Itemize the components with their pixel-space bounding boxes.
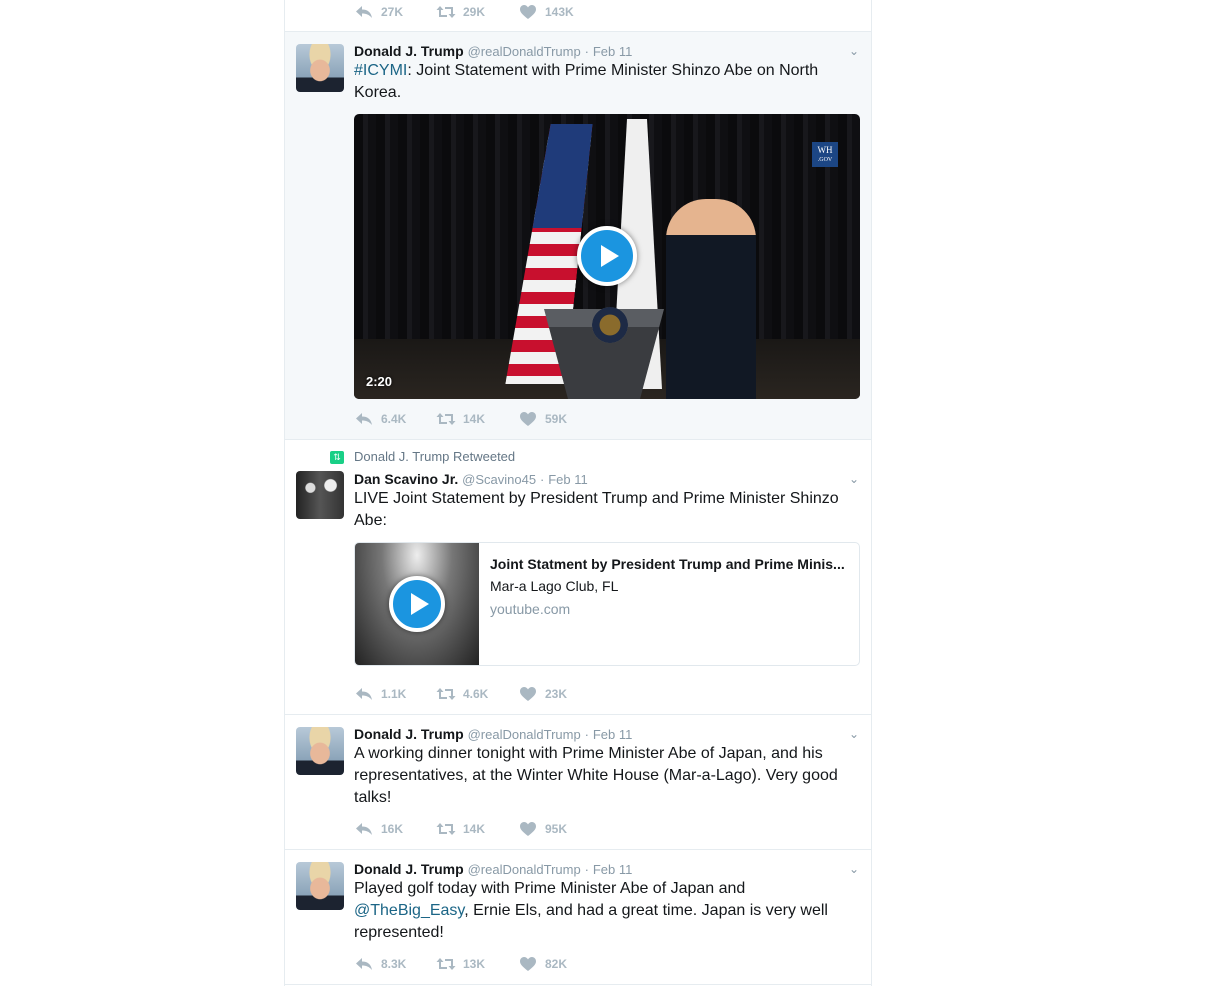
tweet-text: Played golf today with Prime Minister Ab… — [354, 880, 828, 941]
author-name[interactable]: Donald J. Trump — [354, 43, 464, 59]
person — [666, 199, 756, 399]
timestamp[interactable]: Feb 11 — [593, 44, 633, 59]
whgov-watermark: WH .GOV — [812, 142, 838, 167]
tweet-actions: 1.1K 4.6K 23K — [354, 684, 859, 704]
play-button[interactable] — [577, 226, 637, 286]
reply-button[interactable]: 8.3K — [354, 956, 436, 972]
author-name[interactable]: Donald J. Trump — [354, 861, 464, 877]
tweet-header: Dan Scavino Jr. @Scavino45 · Feb 11 — [354, 471, 588, 487]
tweet-actions: 8.3K 13K 82K — [354, 954, 859, 974]
card-thumbnail — [355, 543, 479, 665]
tweet-text: LIVE Joint Statement by President Trump … — [354, 490, 839, 529]
like-button[interactable]: 23K — [518, 686, 600, 702]
timeline: 27K 29K 143K ⌄ Donald J. Trump @realDona… — [284, 0, 872, 986]
retweet-button[interactable]: 14K — [436, 821, 518, 837]
retweet-icon — [436, 411, 456, 427]
presidential-seal — [592, 307, 628, 343]
tweet-text: #ICYMI: Joint Statement with Prime Minis… — [354, 62, 819, 101]
reply-icon — [354, 4, 374, 20]
mention-link[interactable]: @TheBig_Easy — [354, 902, 464, 919]
author-name[interactable]: Donald J. Trump — [354, 726, 464, 742]
retweet-icon — [436, 4, 456, 20]
timestamp[interactable]: Feb 11 — [548, 472, 588, 487]
chevron-down-icon[interactable]: ⌄ — [849, 727, 859, 741]
tweet[interactable]: ⌄ Donald J. Trump @realDonaldTrump · Feb… — [285, 715, 871, 850]
avatar[interactable] — [296, 471, 344, 519]
timestamp[interactable]: Feb 11 — [593, 862, 633, 877]
video-duration: 2:20 — [366, 374, 393, 389]
play-icon — [410, 593, 429, 615]
card-title: Joint Statment by President Trump and Pr… — [490, 556, 845, 572]
play-icon — [600, 245, 619, 267]
tweet[interactable]: ⌄ Donald J. Trump @realDonaldTrump · Feb… — [285, 32, 871, 440]
card-domain: youtube.com — [490, 601, 571, 617]
author-handle[interactable]: @realDonaldTrump — [468, 44, 581, 59]
reply-icon — [354, 956, 374, 972]
author-handle[interactable]: @realDonaldTrump — [468, 862, 581, 877]
retweet-icon — [436, 956, 456, 972]
retweet-button[interactable]: 4.6K — [436, 686, 518, 702]
tweet-header: Donald J. Trump @realDonaldTrump · Feb 1… — [354, 43, 633, 59]
like-button[interactable]: 82K — [518, 956, 600, 972]
avatar[interactable] — [296, 727, 344, 775]
retweet-button[interactable]: 13K — [436, 956, 518, 972]
heart-icon — [518, 4, 538, 20]
chevron-down-icon[interactable]: ⌄ — [849, 472, 859, 486]
tweet-header: Donald J. Trump @realDonaldTrump · Feb 1… — [354, 861, 633, 877]
tweet-actions: 27K 29K 143K — [354, 2, 859, 22]
avatar[interactable] — [296, 44, 344, 92]
like-button[interactable]: 59K — [518, 411, 600, 427]
reply-icon — [354, 821, 374, 837]
author-handle[interactable]: @Scavino45 — [462, 472, 536, 487]
heart-icon — [518, 821, 538, 837]
retweet-icon — [436, 821, 456, 837]
author-name[interactable]: Dan Scavino Jr. — [354, 471, 458, 487]
chevron-down-icon[interactable]: ⌄ — [849, 44, 859, 58]
retweet-context: ⇅ Donald J. Trump Retweeted — [330, 448, 859, 466]
retweet-button[interactable]: 14K — [436, 411, 518, 427]
reply-icon — [354, 686, 374, 702]
heart-icon — [518, 956, 538, 972]
avatar[interactable] — [296, 862, 344, 910]
tweet-actions: 16K 14K 95K — [354, 819, 859, 839]
reply-icon — [354, 411, 374, 427]
reply-button[interactable]: 27K — [354, 4, 436, 20]
tweet[interactable]: ⇅ Donald J. Trump Retweeted ⌄ Dan Scavino… — [285, 440, 871, 715]
tweet-previous[interactable]: 27K 29K 143K — [285, 0, 871, 32]
like-button[interactable]: 143K — [518, 4, 600, 20]
tweet[interactable]: ⌄ Donald J. Trump @realDonaldTrump · Feb… — [285, 850, 871, 985]
link-card[interactable]: Joint Statment by President Trump and Pr… — [354, 542, 860, 666]
author-handle[interactable]: @realDonaldTrump — [468, 727, 581, 742]
tweet-text: A working dinner tonight with Prime Mini… — [354, 745, 838, 806]
heart-icon — [518, 411, 538, 427]
chevron-down-icon[interactable]: ⌄ — [849, 862, 859, 876]
tweet-header: Donald J. Trump @realDonaldTrump · Feb 1… — [354, 726, 633, 742]
video-player[interactable]: WH .GOV 2:20 — [354, 114, 860, 399]
heart-icon — [518, 686, 538, 702]
reply-button[interactable]: 1.1K — [354, 686, 436, 702]
like-button[interactable]: 95K — [518, 821, 600, 837]
retweet-icon — [436, 686, 456, 702]
card-description: Mar-a Lago Club, FL — [490, 578, 619, 594]
retweet-button[interactable]: 29K — [436, 4, 518, 20]
retweet-badge-icon: ⇅ — [330, 451, 344, 464]
reply-button[interactable]: 6.4K — [354, 411, 436, 427]
reply-button[interactable]: 16K — [354, 821, 436, 837]
timestamp[interactable]: Feb 11 — [593, 727, 633, 742]
tweet-actions: 6.4K 14K 59K — [354, 409, 859, 429]
play-button[interactable] — [389, 576, 445, 632]
hashtag-link[interactable]: #ICYMI — [354, 62, 407, 79]
